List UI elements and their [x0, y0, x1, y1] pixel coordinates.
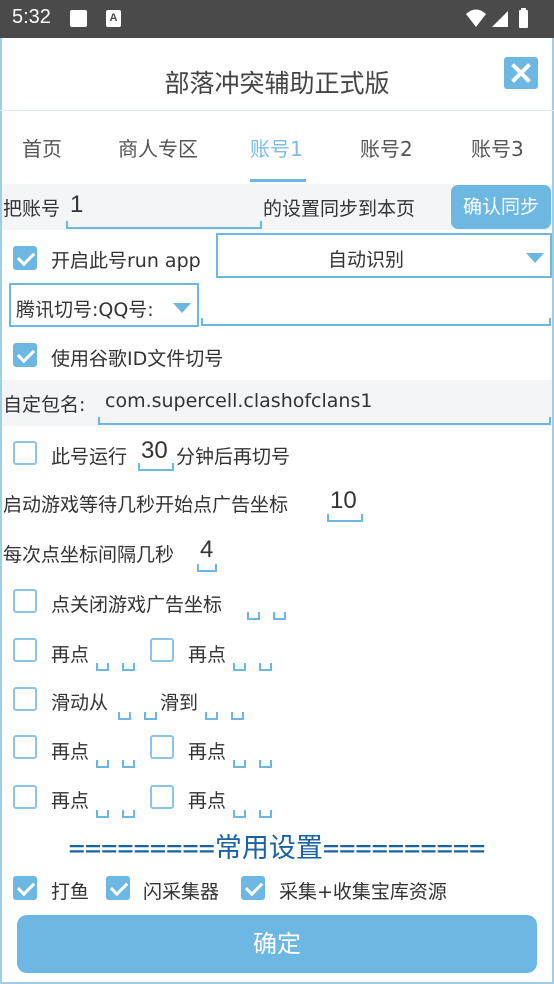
tab-account-1[interactable]: 账号1 [250, 133, 303, 162]
collect-treasury-label: 采集+收集宝库资源 [279, 881, 447, 903]
ad-wait-input[interactable]: 10 [330, 487, 357, 515]
flash-collector-label: 闪采集器 [143, 881, 220, 903]
app-title: 部落冲突辅助正式版 [164, 69, 390, 98]
tencent-select[interactable]: 腾讯切号:QQ号: [9, 283, 199, 327]
click-row-4-right-label: 再点 [188, 790, 227, 812]
collect-treasury-checkbox[interactable] [241, 876, 265, 900]
status-time: 5:32 [12, 6, 51, 28]
dropdown-arrow-icon [173, 303, 191, 313]
click-row-4-left-y-input[interactable] [122, 810, 135, 818]
notification-icon [70, 10, 87, 27]
click-row-4-right-y-input[interactable] [259, 810, 272, 818]
fishing-checkbox[interactable] [13, 876, 37, 900]
click-row-4-right-x-input[interactable] [233, 810, 246, 818]
sync-suffix-label: 的设置同步到本页 [263, 198, 416, 220]
click-row-3-left-label: 再点 [51, 741, 90, 763]
click-row-1-right-checkbox[interactable] [150, 638, 174, 662]
swipe-to-x-input[interactable] [205, 712, 218, 720]
dropdown-arrow-icon [526, 253, 544, 263]
click-row-1-right-x-input[interactable] [233, 663, 246, 671]
flash-collector-checkbox[interactable] [106, 876, 130, 900]
run-app-select[interactable]: 自动识别 [216, 233, 552, 278]
run-time-input[interactable]: 30 [141, 437, 168, 465]
run-app-select-value: 自动识别 [328, 249, 405, 271]
click-row-3-right-label: 再点 [188, 741, 227, 763]
signal-icon [492, 11, 508, 27]
title-bar: 部落冲突辅助正式版 [0, 38, 554, 108]
run-time-suffix: 分钟后再切号 [176, 446, 291, 468]
package-input[interactable]: com.supercell.clashofclans1 [105, 390, 372, 412]
active-tab-indicator [250, 179, 306, 182]
swipe-to-y-input[interactable] [231, 712, 244, 720]
click-row-1-left-y-input[interactable] [122, 663, 135, 671]
google-id-checkbox[interactable] [13, 343, 37, 367]
swipe-checkbox[interactable] [13, 687, 37, 711]
tab-account-3[interactable]: 账号3 [471, 133, 524, 162]
close-ad-checkbox[interactable] [13, 589, 37, 613]
tab-account-2[interactable]: 账号2 [360, 133, 413, 162]
confirm-sync-button[interactable]: 确认同步 [451, 185, 551, 229]
ad-wait-label: 启动游戏等待几秒开始点广告坐标 [3, 494, 289, 516]
click-row-1-left-x-input[interactable] [96, 663, 109, 671]
click-row-4-left-checkbox[interactable] [13, 785, 37, 809]
click-interval-label: 每次点坐标间隔几秒 [3, 544, 175, 566]
confirm-button[interactable]: 确定 [17, 915, 537, 973]
click-row-3-left-x-input[interactable] [96, 760, 109, 768]
tab-home[interactable]: 首页 [22, 133, 62, 162]
click-row-1-left-checkbox[interactable] [13, 638, 37, 662]
click-row-1-left-label: 再点 [51, 644, 90, 666]
wifi-icon [466, 9, 486, 27]
swipe-from-x-input[interactable] [118, 712, 131, 720]
tencent-input[interactable] [201, 318, 551, 326]
click-row-3-right-y-input[interactable] [259, 760, 272, 768]
sync-account-input[interactable]: 1 [70, 191, 83, 219]
click-row-1-right-label: 再点 [188, 644, 227, 666]
tab-merchant[interactable]: 商人专区 [118, 133, 198, 162]
click-row-4-left-label: 再点 [51, 790, 90, 812]
click-row-3-right-x-input[interactable] [233, 760, 246, 768]
click-row-4-left-x-input[interactable] [96, 810, 109, 818]
tencent-select-value: 腾讯切号:QQ号: [16, 299, 154, 321]
click-row-4-right-checkbox[interactable] [150, 785, 174, 809]
close-ad-x-input[interactable] [247, 612, 260, 620]
click-row-3-right-checkbox[interactable] [150, 735, 174, 759]
accessibility-notification-icon: A [106, 10, 121, 27]
run-time-underline [138, 463, 174, 471]
click-interval-underline [197, 564, 217, 572]
package-underline [98, 417, 551, 425]
click-row-3-left-checkbox[interactable] [13, 735, 37, 759]
run-app-checkbox[interactable] [13, 246, 37, 270]
common-settings-heading: =========常用设置========== [68, 833, 486, 864]
close-icon[interactable] [504, 57, 538, 89]
fishing-label: 打鱼 [51, 881, 90, 903]
tab-bar: 首页 商人专区 账号1 账号2 账号3 [0, 110, 554, 182]
click-row-1-right-y-input[interactable] [259, 663, 272, 671]
run-time-prefix: 此号运行 [51, 446, 128, 468]
close-ad-label: 点关闭游戏广告坐标 [51, 594, 223, 616]
swipe-from-label: 滑动从 [51, 692, 109, 714]
status-bar: 5:32 A [0, 0, 554, 38]
ad-wait-underline [327, 514, 363, 522]
sync-account-underline [66, 221, 262, 229]
swipe-to-label: 滑到 [160, 692, 199, 714]
package-label: 自定包名: [3, 394, 86, 416]
run-time-checkbox[interactable] [13, 441, 37, 465]
click-interval-input[interactable]: 4 [200, 536, 213, 564]
close-ad-y-input[interactable] [273, 612, 286, 620]
run-app-label: 开启此号run app [51, 250, 201, 272]
swipe-from-y-input[interactable] [144, 712, 157, 720]
sync-prefix-label: 把账号 [3, 198, 61, 220]
google-id-label: 使用谷歌ID文件切号 [51, 348, 224, 370]
click-row-3-left-y-input[interactable] [122, 760, 135, 768]
status-icons [466, 8, 528, 28]
battery-icon [519, 8, 528, 28]
